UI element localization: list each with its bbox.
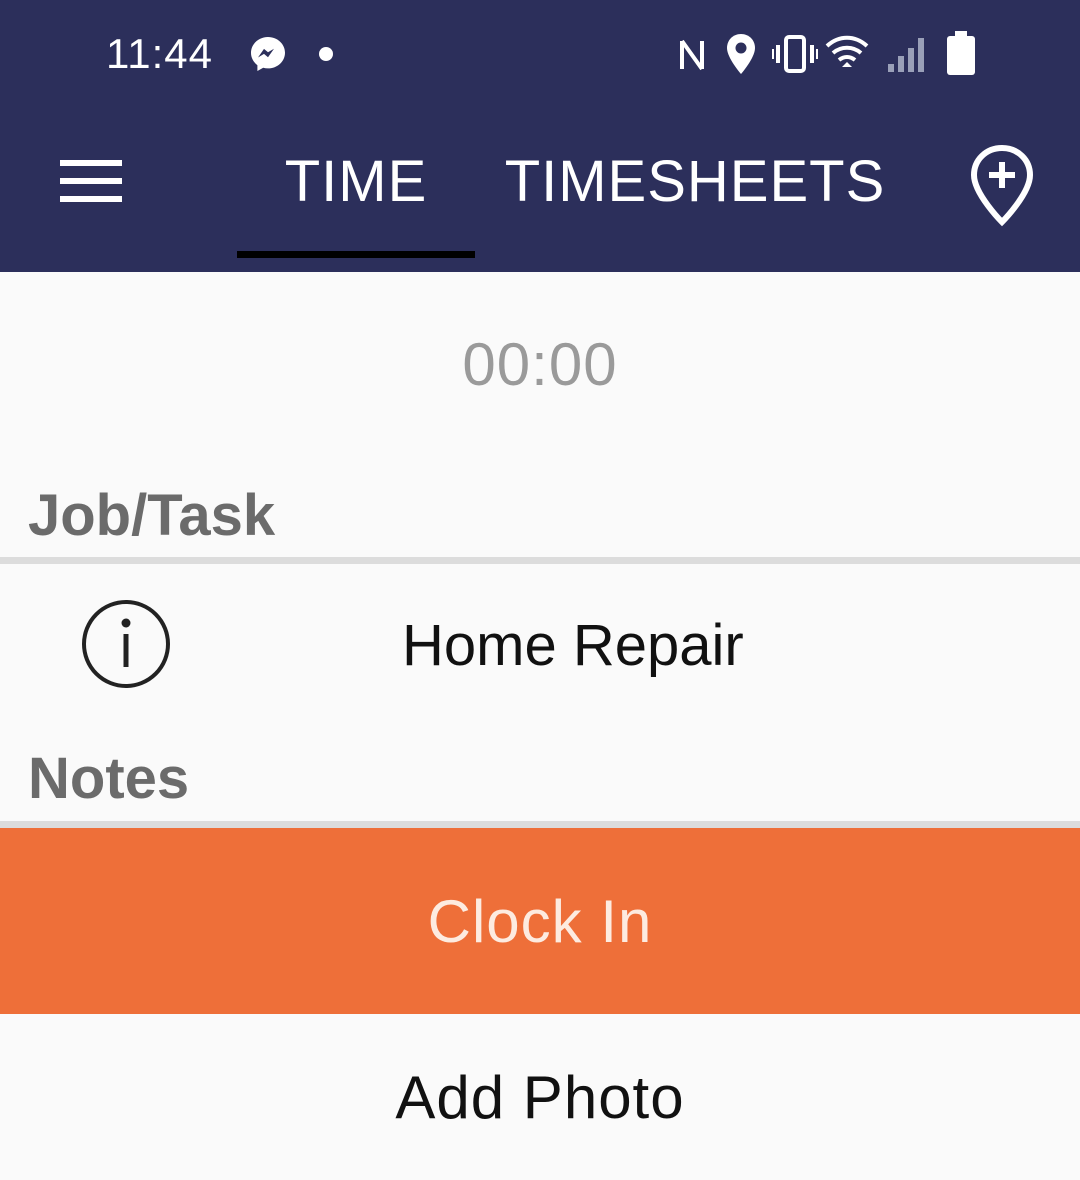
status-bar: 11:44 bbox=[0, 0, 1080, 110]
divider bbox=[0, 821, 1080, 828]
location-icon bbox=[727, 34, 755, 74]
app-bar: TIME TIMESHEETS bbox=[0, 110, 1080, 272]
job-task-label: Job/Task bbox=[28, 483, 276, 548]
add-location-icon[interactable] bbox=[960, 140, 1044, 230]
info-icon[interactable] bbox=[80, 598, 172, 690]
messenger-icon bbox=[251, 37, 285, 71]
job-task-value: Home Repair bbox=[402, 613, 744, 678]
divider bbox=[0, 557, 1080, 564]
status-time: 11:44 bbox=[106, 30, 213, 77]
wifi-icon bbox=[825, 35, 869, 67]
cell-signal-icon bbox=[888, 38, 924, 72]
hamburger-menu-icon[interactable] bbox=[52, 146, 132, 216]
job-task-selector[interactable]: Home Repair bbox=[0, 564, 1080, 724]
battery-icon bbox=[947, 31, 975, 75]
notes-label: Notes bbox=[28, 746, 190, 811]
notification-dot-icon bbox=[319, 47, 333, 61]
tab-selected-indicator bbox=[237, 251, 475, 258]
tab-timesheets[interactable]: TIMESHEETS bbox=[500, 140, 890, 230]
nfc-icon bbox=[680, 39, 704, 71]
tab-time[interactable]: TIME bbox=[237, 140, 475, 230]
add-photo-button[interactable]: Add Photo bbox=[0, 1014, 1080, 1180]
elapsed-timer: 00:00 bbox=[462, 331, 618, 398]
clock-in-button[interactable]: Clock In bbox=[0, 828, 1080, 1014]
vibrate-icon bbox=[772, 35, 818, 73]
